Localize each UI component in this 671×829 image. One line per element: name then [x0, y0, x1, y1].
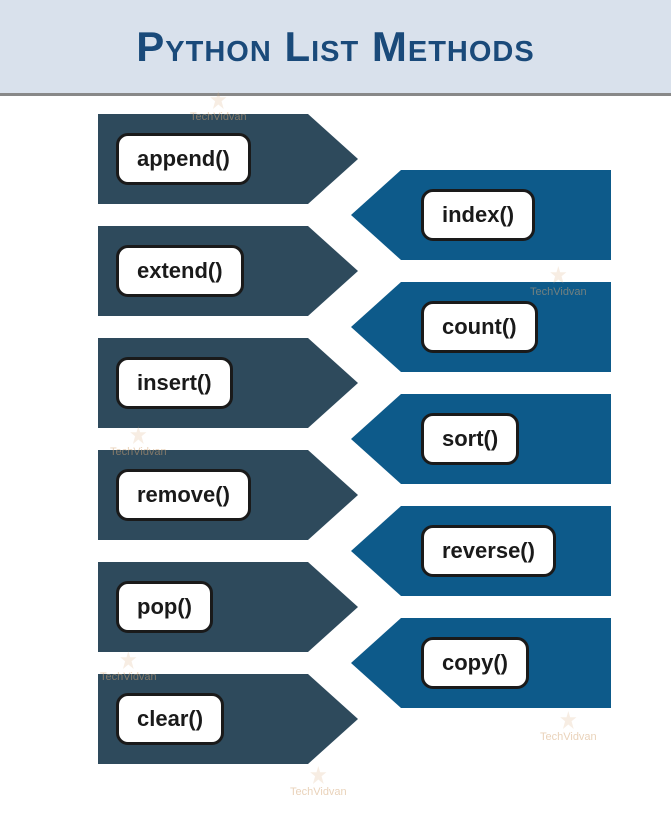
watermark: TechVidvan: [290, 766, 347, 798]
method-label: sort(): [421, 413, 519, 465]
method-arrow-reverse: reverse(): [351, 506, 611, 596]
method-label: pop(): [116, 581, 213, 633]
method-arrow-pop: pop(): [98, 562, 358, 652]
method-arrow-clear: clear(): [98, 674, 358, 764]
watermark: TechVidvan: [540, 711, 597, 743]
method-arrow-extend: extend(): [98, 226, 358, 316]
method-arrow-count: count(): [351, 282, 611, 372]
method-arrow-remove: remove(): [98, 450, 358, 540]
page-title: Python List Methods: [136, 23, 534, 71]
method-label: insert(): [116, 357, 233, 409]
header-bar: Python List Methods: [0, 0, 671, 96]
method-label: index(): [421, 189, 535, 241]
method-arrow-insert: insert(): [98, 338, 358, 428]
method-label: extend(): [116, 245, 244, 297]
method-arrow-sort: sort(): [351, 394, 611, 484]
method-arrow-append: append(): [98, 114, 358, 204]
method-arrow-copy: copy(): [351, 618, 611, 708]
method-label: reverse(): [421, 525, 556, 577]
method-arrow-index: index(): [351, 170, 611, 260]
method-label: remove(): [116, 469, 251, 521]
diagram-area: append() extend() insert() remove() pop(…: [0, 96, 671, 829]
method-label: append(): [116, 133, 251, 185]
method-label: count(): [421, 301, 538, 353]
method-label: copy(): [421, 637, 529, 689]
method-label: clear(): [116, 693, 224, 745]
